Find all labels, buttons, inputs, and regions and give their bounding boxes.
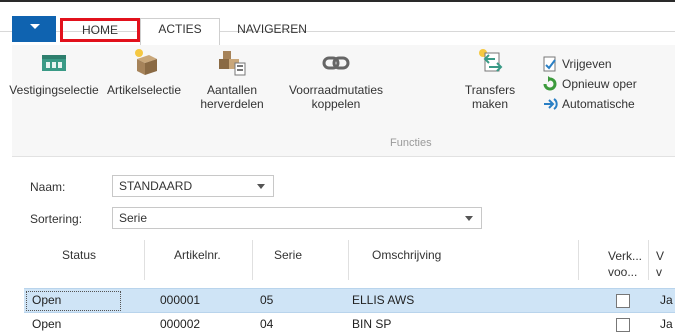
artikelselectie-label: Artikelselectie <box>106 83 182 97</box>
sortering-select[interactable]: Serie <box>112 207 482 229</box>
vrijgeven-button[interactable]: Vrijgeven <box>542 54 675 74</box>
cell-artikelnr[interactable]: 000001 <box>160 293 200 307</box>
naam-label: Naam: <box>30 180 66 194</box>
column-separator <box>348 240 349 280</box>
transfers-maken-button[interactable]: Transfers maken <box>460 45 520 111</box>
tab-navigeren[interactable]: NAVIGEREN <box>224 18 320 42</box>
opnieuw-openen-label: Opnieuw oper <box>562 77 637 91</box>
aantallen-herverdelen-label-line1: Aantallen <box>206 83 258 97</box>
aantallen-herverdelen-button[interactable]: Aantallen herverdelen <box>192 45 272 111</box>
items-grid: Status Artikelnr. Serie Omschrijving Ver… <box>16 234 675 332</box>
application-menu-button[interactable] <box>12 16 56 42</box>
vrijgeven-label: Vrijgeven <box>562 57 612 71</box>
link-icon <box>322 56 350 70</box>
cell-omschrijving[interactable]: BIN SP <box>352 317 391 331</box>
aantallen-herverdelen-label-line2: herverdelen <box>200 97 264 111</box>
cell-artikelnr[interactable]: 000002 <box>160 317 200 331</box>
cell-extra[interactable]: Ja <box>660 317 673 331</box>
verkoop-checkbox[interactable] <box>616 294 630 308</box>
item-box-icon <box>135 49 157 75</box>
column-separator <box>252 240 253 280</box>
column-separator <box>648 240 649 280</box>
reopen-icon <box>543 76 557 91</box>
auto-icon <box>544 98 558 110</box>
naam-value: STANDAARD <box>119 179 193 193</box>
voorraadmutaties-koppelen-button[interactable]: Voorraadmutaties koppelen <box>280 45 392 111</box>
cell-extra[interactable]: Ja <box>660 293 673 307</box>
ribbon-panel: Vestigingselectie Artikelselectie Aantal… <box>9 45 675 157</box>
verkoop-checkbox[interactable] <box>616 318 630 332</box>
cell-serie[interactable]: 05 <box>260 293 273 307</box>
vestigingselectie-button[interactable]: Vestigingselectie <box>6 45 102 97</box>
sortering-value: Serie <box>119 211 148 225</box>
vestigingselectie-label: Vestigingselectie <box>9 83 99 97</box>
chevron-down-icon <box>465 216 473 221</box>
chevron-down-icon <box>30 24 40 29</box>
cell-status[interactable]: Open <box>32 317 61 331</box>
cell-omschrijving[interactable]: ELLIS AWS <box>352 293 414 307</box>
artikelselectie-button[interactable]: Artikelselectie <box>104 45 184 97</box>
table-row[interactable]: Open 000001 05 ELLIS AWS Ja <box>24 288 675 313</box>
voorraadmutaties-koppelen-label-line1: Voorraadmutaties <box>288 83 384 97</box>
voorraadmutaties-koppelen-label-line2: koppelen <box>311 97 361 111</box>
ribbon-group-functies: Functies <box>390 137 432 149</box>
redistribute-icon <box>219 51 246 76</box>
automatische-label: Automatische <box>562 97 635 111</box>
app-window: HOME ACTIES NAVIGEREN Vestigingselectie … <box>0 0 675 332</box>
warehouse-icon <box>42 55 66 71</box>
tab-home[interactable]: HOME <box>60 18 140 42</box>
cell-status[interactable]: Open <box>32 293 61 307</box>
transfers-maken-label-line1: Transfers <box>464 83 516 97</box>
chevron-down-icon <box>257 184 265 189</box>
column-separator <box>578 240 579 280</box>
opnieuw-openen-button[interactable]: Opnieuw oper <box>542 74 675 94</box>
automatische-button[interactable]: Automatische <box>542 94 675 114</box>
naam-select[interactable]: STANDAARD <box>112 175 274 197</box>
release-icon <box>543 56 556 72</box>
transfers-maken-label-line2: maken <box>471 97 509 111</box>
table-row[interactable]: Open 000002 04 BIN SP Ja <box>24 313 675 332</box>
sortering-label: Sortering: <box>30 212 83 226</box>
transfer-document-icon <box>479 49 503 72</box>
small-actions-list: Vrijgeven Opnieuw oper Automatische <box>542 54 675 114</box>
column-separator <box>144 240 145 280</box>
cell-serie[interactable]: 04 <box>260 317 273 331</box>
tab-acties[interactable]: ACTIES <box>140 18 220 46</box>
